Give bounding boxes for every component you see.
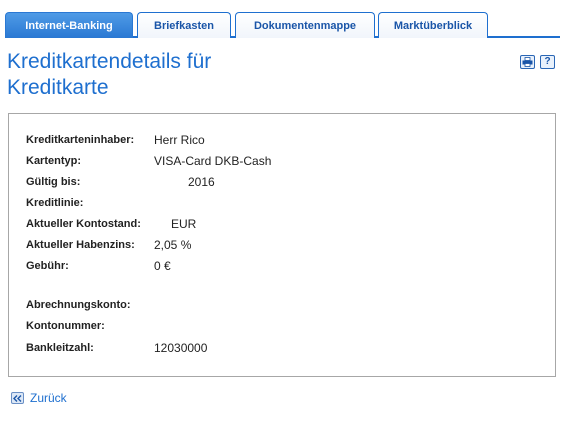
detail-value: 12030000: [154, 341, 208, 355]
detail-value: VISA-Card DKB-Cash: [154, 154, 272, 168]
detail-label: Gültig bis:: [26, 176, 81, 188]
help-icon[interactable]: ?: [540, 55, 555, 69]
detail-label: Abrechnungskonto:: [26, 299, 131, 311]
detail-row-interest: Aktueller Habenzins: 2,05 %: [26, 237, 191, 253]
detail-value: 2,05 %: [154, 238, 192, 252]
details-panel: Kreditkarteninhaber: Herr Rico Kartentyp…: [8, 113, 556, 377]
detail-value: Herr Rico: [154, 133, 205, 147]
detail-row-bank-code: Bankleitzahl: 12030000: [26, 340, 207, 356]
help-glyph: ?: [544, 56, 551, 67]
detail-value: 2016: [188, 175, 215, 189]
detail-label: Aktueller Kontostand:: [26, 218, 141, 230]
back-link[interactable]: Zurück: [11, 391, 67, 405]
detail-row-balance: Aktueller Kontostand: EUR: [26, 216, 196, 232]
detail-row-account-number: Kontonummer:: [26, 318, 154, 334]
tab-internet-banking[interactable]: Internet-Banking: [5, 12, 133, 38]
detail-label: Bankleitzahl:: [26, 342, 94, 354]
detail-value: 0 €: [154, 259, 171, 273]
detail-label: Kreditkarteninhaber:: [26, 134, 135, 146]
detail-row-valid-until: Gültig bis: 2016: [26, 174, 215, 190]
detail-label: Kreditlinie:: [26, 197, 84, 209]
detail-label: Kontonummer:: [26, 320, 105, 332]
detail-row-credit-line: Kreditlinie:: [26, 195, 154, 211]
detail-label: Gebühr:: [26, 260, 69, 272]
page-title: Kreditkartendetails für Kreditkarte: [7, 50, 212, 99]
tab-bar: Internet-Banking Briefkasten Dokumentenm…: [5, 12, 560, 38]
double-chevron-left-icon: [11, 392, 24, 404]
detail-row-card-type: Kartentyp: VISA-Card DKB-Cash: [26, 153, 271, 169]
detail-label: Kartentyp:: [26, 155, 82, 167]
tab-briefkasten[interactable]: Briefkasten: [137, 12, 231, 38]
detail-label: Aktueller Habenzins:: [26, 239, 135, 251]
detail-row-fee: Gebühr: 0 €: [26, 258, 171, 274]
detail-value: EUR: [171, 217, 197, 231]
printer-icon[interactable]: [520, 55, 535, 69]
toolbar: ?: [520, 55, 555, 69]
detail-row-holder: Kreditkarteninhaber: Herr Rico: [26, 132, 205, 148]
detail-row-billing-account: Abrechnungskonto:: [26, 297, 154, 313]
back-label[interactable]: Zurück: [30, 391, 67, 405]
tab-dokumentenmappe[interactable]: Dokumentenmappe: [235, 12, 375, 38]
tab-marktueberblick[interactable]: Marktüberblick: [378, 12, 488, 38]
